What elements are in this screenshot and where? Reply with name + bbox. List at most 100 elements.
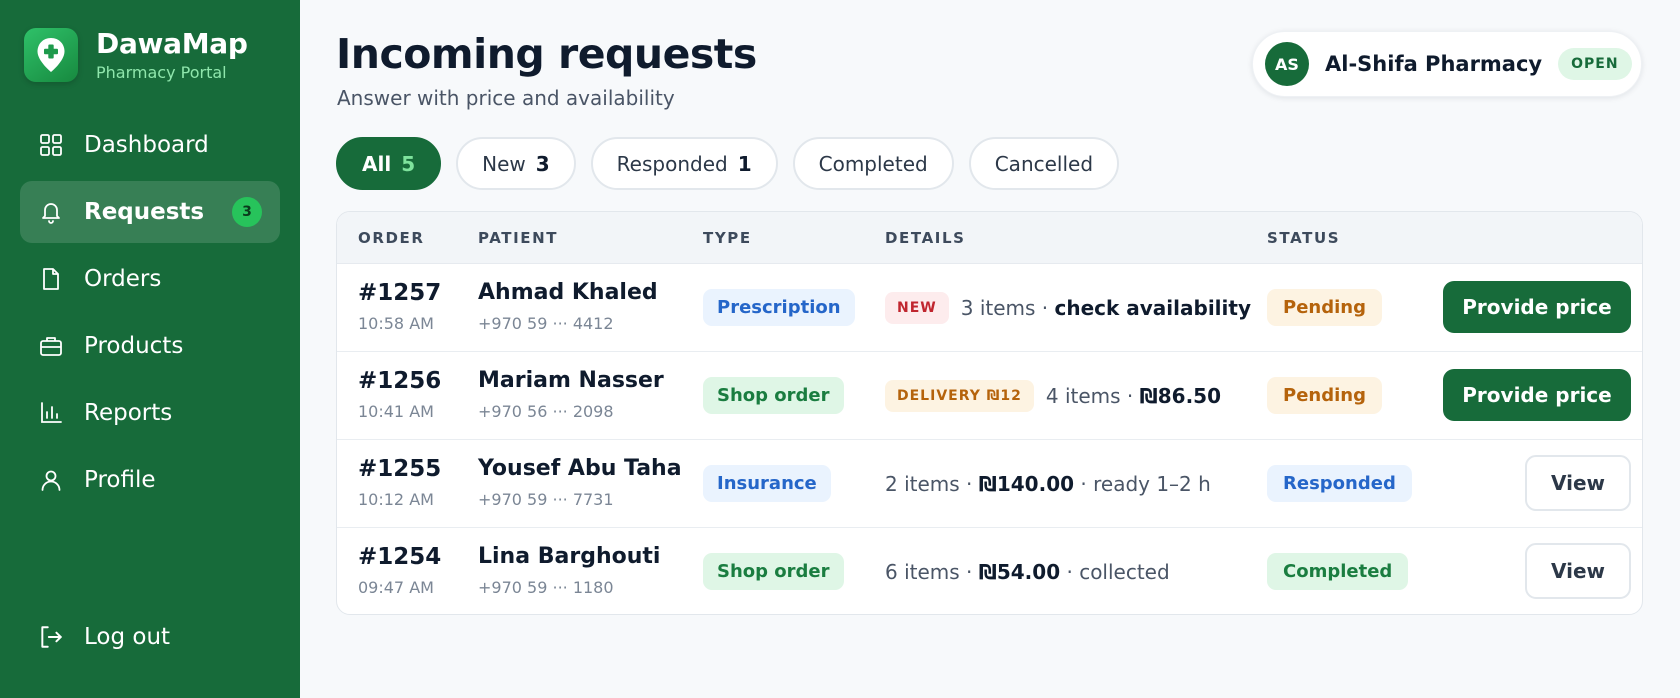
requests-table: ORDER PATIENT TYPE DETAILS STATUS #1257 … xyxy=(336,211,1643,615)
order-id: #1255 xyxy=(358,456,442,482)
sidebar-nav: Dashboard Requests 3 Orders Products Rep… xyxy=(20,114,280,516)
details-suffix: · ready 1–2 h xyxy=(1074,471,1211,496)
patient-name: Lina Barghouti xyxy=(478,544,661,569)
sidebar-item-label: Profile xyxy=(84,467,156,493)
type-badge: Shop order xyxy=(703,553,844,590)
sidebar-item-label: Requests xyxy=(84,199,205,225)
tab-count: 5 xyxy=(401,151,416,176)
patient-name: Yousef Abu Taha xyxy=(478,456,682,481)
logout-label: Log out xyxy=(84,624,171,650)
filter-tabs: All 5 New 3 Responded 1 Completed Cancel… xyxy=(336,137,1134,190)
view-button[interactable]: View xyxy=(1525,543,1631,599)
provide-price-button[interactable]: Provide price xyxy=(1443,369,1631,421)
sidebar-item-label: Products xyxy=(84,333,184,359)
sidebar: DawaMap Pharmacy Portal Dashboard Reques… xyxy=(0,0,300,698)
status-badge: Pending xyxy=(1267,289,1382,326)
sidebar-item-requests[interactable]: Requests 3 xyxy=(20,181,280,243)
order-id: #1256 xyxy=(358,368,442,394)
file-icon xyxy=(38,266,64,292)
details-text: 4 items · xyxy=(1045,383,1140,408)
bell-icon xyxy=(38,199,64,225)
details-text: 6 items · xyxy=(885,559,979,584)
patient-phone: +970 59 ··· 4412 xyxy=(478,314,614,333)
avatar: AS xyxy=(1265,42,1309,86)
type-badge: Prescription xyxy=(703,289,855,326)
status-badge: Responded xyxy=(1267,465,1412,502)
tab-new[interactable]: New 3 xyxy=(456,137,576,190)
status-badge: OPEN xyxy=(1558,48,1632,80)
type-badge: Shop order xyxy=(703,377,844,414)
sidebar-item-orders[interactable]: Orders xyxy=(20,248,280,310)
table-header: ORDER PATIENT TYPE DETAILS STATUS xyxy=(337,212,1642,264)
order-id: #1254 xyxy=(358,544,442,570)
requests-count-badge: 3 xyxy=(232,197,262,227)
sidebar-item-dashboard[interactable]: Dashboard xyxy=(20,114,280,176)
tab-label: Responded xyxy=(616,151,728,176)
order-time: 10:12 AM xyxy=(358,490,434,509)
order-id: #1257 xyxy=(358,280,442,306)
tab-label: Cancelled xyxy=(994,151,1094,176)
tab-completed[interactable]: Completed xyxy=(792,137,954,190)
tab-count: 1 xyxy=(737,151,752,176)
sidebar-item-label: Orders xyxy=(84,266,162,292)
order-time: 10:58 AM xyxy=(358,314,434,333)
sidebar-item-profile[interactable]: Profile xyxy=(20,449,280,511)
sidebar-item-products[interactable]: Products xyxy=(20,315,280,377)
view-button[interactable]: View xyxy=(1525,455,1631,511)
page-title: Incoming requests xyxy=(336,30,757,78)
bar-chart-icon xyxy=(38,400,64,426)
brand-subtitle: Pharmacy Portal xyxy=(96,62,227,82)
brand-name: DawaMap xyxy=(96,26,248,60)
details-text: 3 items · xyxy=(960,295,1055,320)
new-tag: NEW xyxy=(885,291,949,324)
status-badge: Completed xyxy=(1267,553,1409,590)
pharmacy-name: Al-Shifa Pharmacy xyxy=(1325,52,1543,76)
grid-icon xyxy=(38,132,64,158)
patient-phone: +970 56 ··· 2098 xyxy=(478,402,614,421)
tab-label: Completed xyxy=(818,151,928,176)
details-highlight: check availability xyxy=(1054,295,1252,320)
order-details: DELIVERY ₪12 4 items · ₪86.50 xyxy=(885,377,1221,414)
patient-phone: +970 59 ··· 1180 xyxy=(478,578,614,597)
column-header-patient: PATIENT xyxy=(478,229,559,247)
sidebar-item-label: Reports xyxy=(84,400,173,426)
column-header-details: DETAILS xyxy=(885,229,966,247)
tab-responded[interactable]: Responded 1 xyxy=(590,137,778,190)
table-row[interactable]: #1257 10:58 AM Ahmad Khaled +970 59 ··· … xyxy=(337,264,1642,352)
sidebar-item-reports[interactable]: Reports xyxy=(20,382,280,444)
table-row[interactable]: #1254 09:47 AM Lina Barghouti +970 59 ··… xyxy=(337,528,1642,614)
logout-icon xyxy=(38,624,64,650)
tab-all[interactable]: All 5 xyxy=(336,137,442,190)
order-details: 6 items · ₪54.00 · collected xyxy=(885,553,1170,590)
provide-price-button[interactable]: Provide price xyxy=(1443,281,1631,333)
type-badge: Insurance xyxy=(703,465,831,502)
table-row[interactable]: #1256 10:41 AM Mariam Nasser +970 56 ···… xyxy=(337,352,1642,440)
briefcase-icon xyxy=(38,333,64,359)
patient-name: Mariam Nasser xyxy=(478,368,664,393)
details-text: 2 items · xyxy=(885,471,979,496)
tab-cancelled[interactable]: Cancelled xyxy=(968,137,1120,190)
delivery-tag: DELIVERY ₪12 xyxy=(885,379,1034,412)
pharmacy-account-chip[interactable]: AS Al-Shifa Pharmacy OPEN xyxy=(1252,31,1642,97)
logout-button[interactable]: Log out xyxy=(38,624,170,650)
patient-name: Ahmad Khaled xyxy=(478,280,658,305)
tab-label: All xyxy=(362,151,392,176)
details-suffix: · collected xyxy=(1060,559,1170,584)
order-details: 2 items · ₪140.00 · ready 1–2 h xyxy=(885,465,1211,502)
column-header-type: TYPE xyxy=(703,229,752,247)
order-time: 10:41 AM xyxy=(358,402,434,421)
status-badge: Pending xyxy=(1267,377,1382,414)
order-details: NEW 3 items · check availability xyxy=(885,289,1251,326)
tab-count: 3 xyxy=(535,151,550,176)
brand[interactable]: DawaMap Pharmacy Portal xyxy=(24,28,248,82)
map-pin-cross-icon xyxy=(24,28,78,82)
sidebar-item-label: Dashboard xyxy=(84,132,209,158)
patient-phone: +970 59 ··· 7731 xyxy=(478,490,614,509)
order-time: 09:47 AM xyxy=(358,578,434,597)
user-icon xyxy=(38,467,64,493)
column-header-status: STATUS xyxy=(1267,229,1341,247)
details-highlight: ₪140.00 xyxy=(978,471,1075,496)
tab-label: New xyxy=(482,151,526,176)
details-highlight: ₪54.00 xyxy=(978,559,1061,584)
table-row[interactable]: #1255 10:12 AM Yousef Abu Taha +970 59 ·… xyxy=(337,440,1642,528)
